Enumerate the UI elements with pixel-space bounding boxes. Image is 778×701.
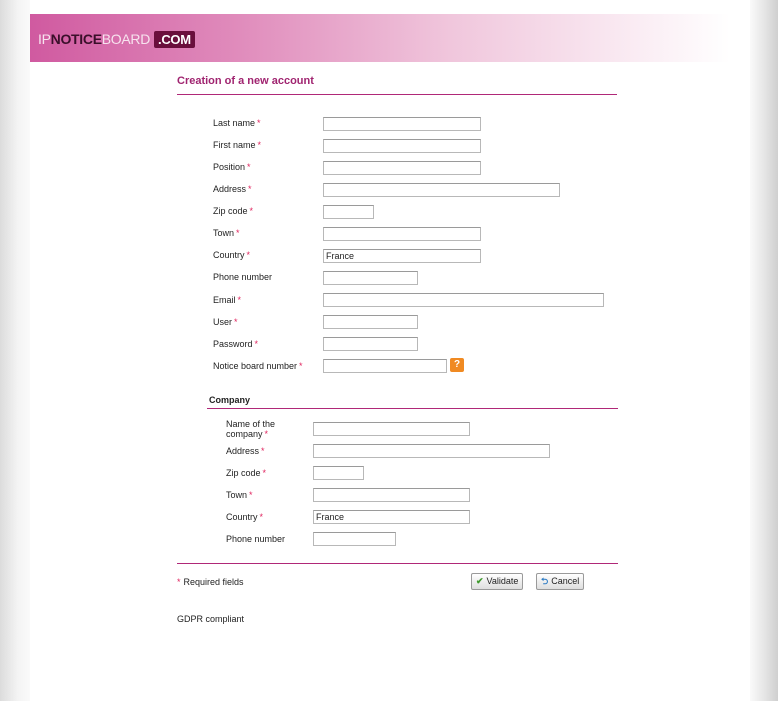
first-name-input[interactable] — [323, 139, 481, 153]
cancel-button[interactable]: ⮌ Cancel — [536, 573, 585, 590]
required-asterisk: * — [237, 295, 242, 305]
logo-text-ip: IP — [38, 31, 51, 47]
password-label: Password * — [213, 339, 259, 349]
logo-dotcom-badge: .COM — [154, 31, 195, 48]
company-address-label: Address * — [226, 446, 265, 456]
required-asterisk: * — [234, 317, 238, 327]
notice-board-number-input[interactable] — [323, 359, 447, 373]
right-scrollbar-area — [750, 0, 778, 701]
logo-text-notice: NOTICE — [50, 31, 102, 47]
validate-label: Validate — [486, 576, 519, 586]
required-asterisk: * — [262, 468, 267, 478]
email-input[interactable] — [323, 293, 604, 307]
checkmark-icon: ✔ — [476, 576, 484, 586]
required-asterisk: * — [247, 162, 251, 172]
email-label: Email * — [213, 295, 242, 305]
country-input[interactable] — [323, 249, 481, 263]
title-divider — [177, 94, 617, 95]
required-asterisk: * — [259, 512, 264, 522]
company-divider — [207, 408, 618, 409]
required-asterisk: * — [249, 490, 253, 500]
company-phone-input[interactable] — [313, 532, 396, 546]
company-town-input[interactable] — [313, 488, 470, 502]
position-label: Position * — [213, 162, 251, 172]
notice-board-number-label: Notice board number * — [213, 361, 303, 371]
company-section-title: Company — [209, 395, 251, 405]
address-input[interactable] — [323, 183, 560, 197]
footer-divider — [177, 563, 618, 564]
company-town-label: Town * — [226, 490, 253, 500]
help-icon[interactable]: ? — [450, 358, 464, 372]
required-asterisk: * — [257, 140, 262, 150]
gdpr-note: GDPR compliant — [177, 614, 245, 624]
address-label: Address * — [213, 184, 252, 194]
required-asterisk: * — [248, 184, 252, 194]
position-input[interactable] — [323, 161, 481, 175]
phone-number-input[interactable] — [323, 271, 418, 285]
required-asterisk: * — [299, 361, 303, 371]
zip-code-label: Zip code * — [213, 206, 254, 216]
cancel-label: Cancel — [551, 576, 580, 586]
last-name-input[interactable] — [323, 117, 481, 131]
phone-number-label: Phone number — [213, 272, 273, 282]
company-zip-code-input[interactable] — [313, 466, 364, 480]
first-name-label: First name * — [213, 140, 262, 150]
required-asterisk: * — [257, 118, 261, 128]
required-asterisk: * — [177, 577, 181, 587]
required-asterisk: * — [264, 429, 269, 439]
company-name-label: Name of the company * — [226, 419, 276, 439]
logo-text-board: BOARD — [101, 31, 151, 47]
town-label: Town * — [213, 228, 240, 238]
company-zip-code-label: Zip code * — [226, 468, 267, 478]
company-address-input[interactable] — [313, 444, 550, 458]
user-input[interactable] — [323, 315, 418, 329]
password-input[interactable] — [323, 337, 418, 351]
company-name-input[interactable] — [313, 422, 470, 436]
user-label: User * — [213, 317, 238, 327]
required-fields-note: * Required fields — [177, 577, 244, 587]
validate-button[interactable]: ✔ Validate — [471, 573, 524, 590]
page-title: Creation of a new account — [177, 75, 314, 87]
town-input[interactable] — [323, 227, 481, 241]
zip-code-input[interactable] — [323, 205, 374, 219]
required-asterisk: * — [261, 446, 265, 456]
header-banner: IPNOTICEBOARD .COM — [30, 14, 730, 62]
undo-arrow-icon: ⮌ — [541, 576, 549, 586]
country-label: Country * — [213, 250, 251, 260]
site-logo[interactable]: IPNOTICEBOARD .COM — [38, 31, 195, 48]
required-asterisk: * — [246, 250, 251, 260]
company-country-label: Country * — [226, 512, 264, 522]
required-asterisk: * — [236, 228, 240, 238]
required-asterisk: * — [254, 339, 259, 349]
required-asterisk: * — [249, 206, 254, 216]
left-shadow-border — [0, 0, 30, 701]
company-phone-label: Phone number — [226, 534, 286, 544]
company-country-input[interactable] — [313, 510, 470, 524]
last-name-label: Last name * — [213, 118, 261, 128]
